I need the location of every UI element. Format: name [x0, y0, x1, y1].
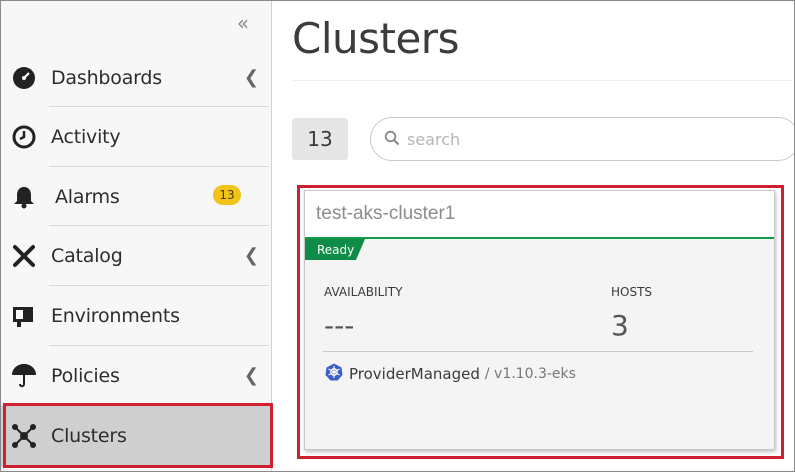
- sidebar-item-label: Policies: [51, 364, 120, 387]
- page-title: Clusters: [292, 14, 459, 63]
- sidebar-item-label: Dashboards: [51, 66, 162, 89]
- sidebar-item-policies[interactable]: Policies ❮: [1, 346, 271, 405]
- bell-icon: [11, 184, 37, 210]
- sidebar-item-environments[interactable]: Environments: [1, 286, 271, 345]
- monitor-icon: [11, 303, 37, 329]
- chevron-left-icon: ❮: [243, 245, 259, 266]
- availability-label: AVAILABILITY: [324, 285, 403, 299]
- search-icon: [384, 130, 400, 150]
- clusters-highlight-box: [3, 403, 273, 468]
- search-input[interactable]: [407, 126, 787, 152]
- cluster-card[interactable]: test-aks-cluster1 Ready AVAILABILITY ---…: [304, 190, 775, 450]
- hosts-value: 3: [611, 309, 629, 342]
- provider-info: ProviderManaged / v1.10.3-eks: [325, 363, 576, 385]
- status-badge: Ready: [305, 239, 365, 260]
- availability-value: ---: [324, 309, 355, 342]
- chevron-left-icon: ❮: [243, 365, 259, 386]
- sidebar: « Dashboards ❮ Activity Alarms 13 Catalo…: [1, 1, 272, 471]
- gauge-icon: [11, 65, 37, 91]
- cluster-card-header: test-aks-cluster1: [305, 191, 774, 239]
- sidebar-item-label: Activity: [51, 125, 121, 148]
- kubernetes-version: / v1.10.3-eks: [484, 366, 576, 382]
- search-box[interactable]: [370, 117, 795, 161]
- tools-icon: [11, 243, 37, 269]
- sidebar-item-label: Environments: [51, 304, 180, 327]
- divider: [323, 351, 753, 352]
- chevron-left-icon: ❮: [243, 67, 259, 88]
- sidebar-item-dashboards[interactable]: Dashboards ❮: [1, 48, 271, 107]
- kubernetes-icon: [325, 363, 343, 385]
- sidebar-item-label: Catalog: [51, 244, 123, 267]
- clock-icon: [11, 124, 37, 150]
- sidebar-item-alarms[interactable]: Alarms 13: [1, 167, 271, 226]
- cluster-name[interactable]: test-aks-cluster1: [316, 203, 455, 225]
- collapse-sidebar-icon[interactable]: «: [237, 11, 249, 35]
- hosts-label: HOSTS: [611, 285, 653, 299]
- umbrella-icon: [11, 363, 37, 389]
- provider-name: ProviderManaged: [349, 365, 480, 383]
- cluster-count: 13: [292, 118, 348, 160]
- sidebar-item-label: Alarms: [55, 185, 120, 208]
- alarm-count-badge: 13: [213, 185, 241, 205]
- sidebar-item-catalog[interactable]: Catalog ❮: [1, 226, 271, 285]
- divider: [292, 80, 792, 81]
- sidebar-item-activity[interactable]: Activity: [1, 107, 271, 166]
